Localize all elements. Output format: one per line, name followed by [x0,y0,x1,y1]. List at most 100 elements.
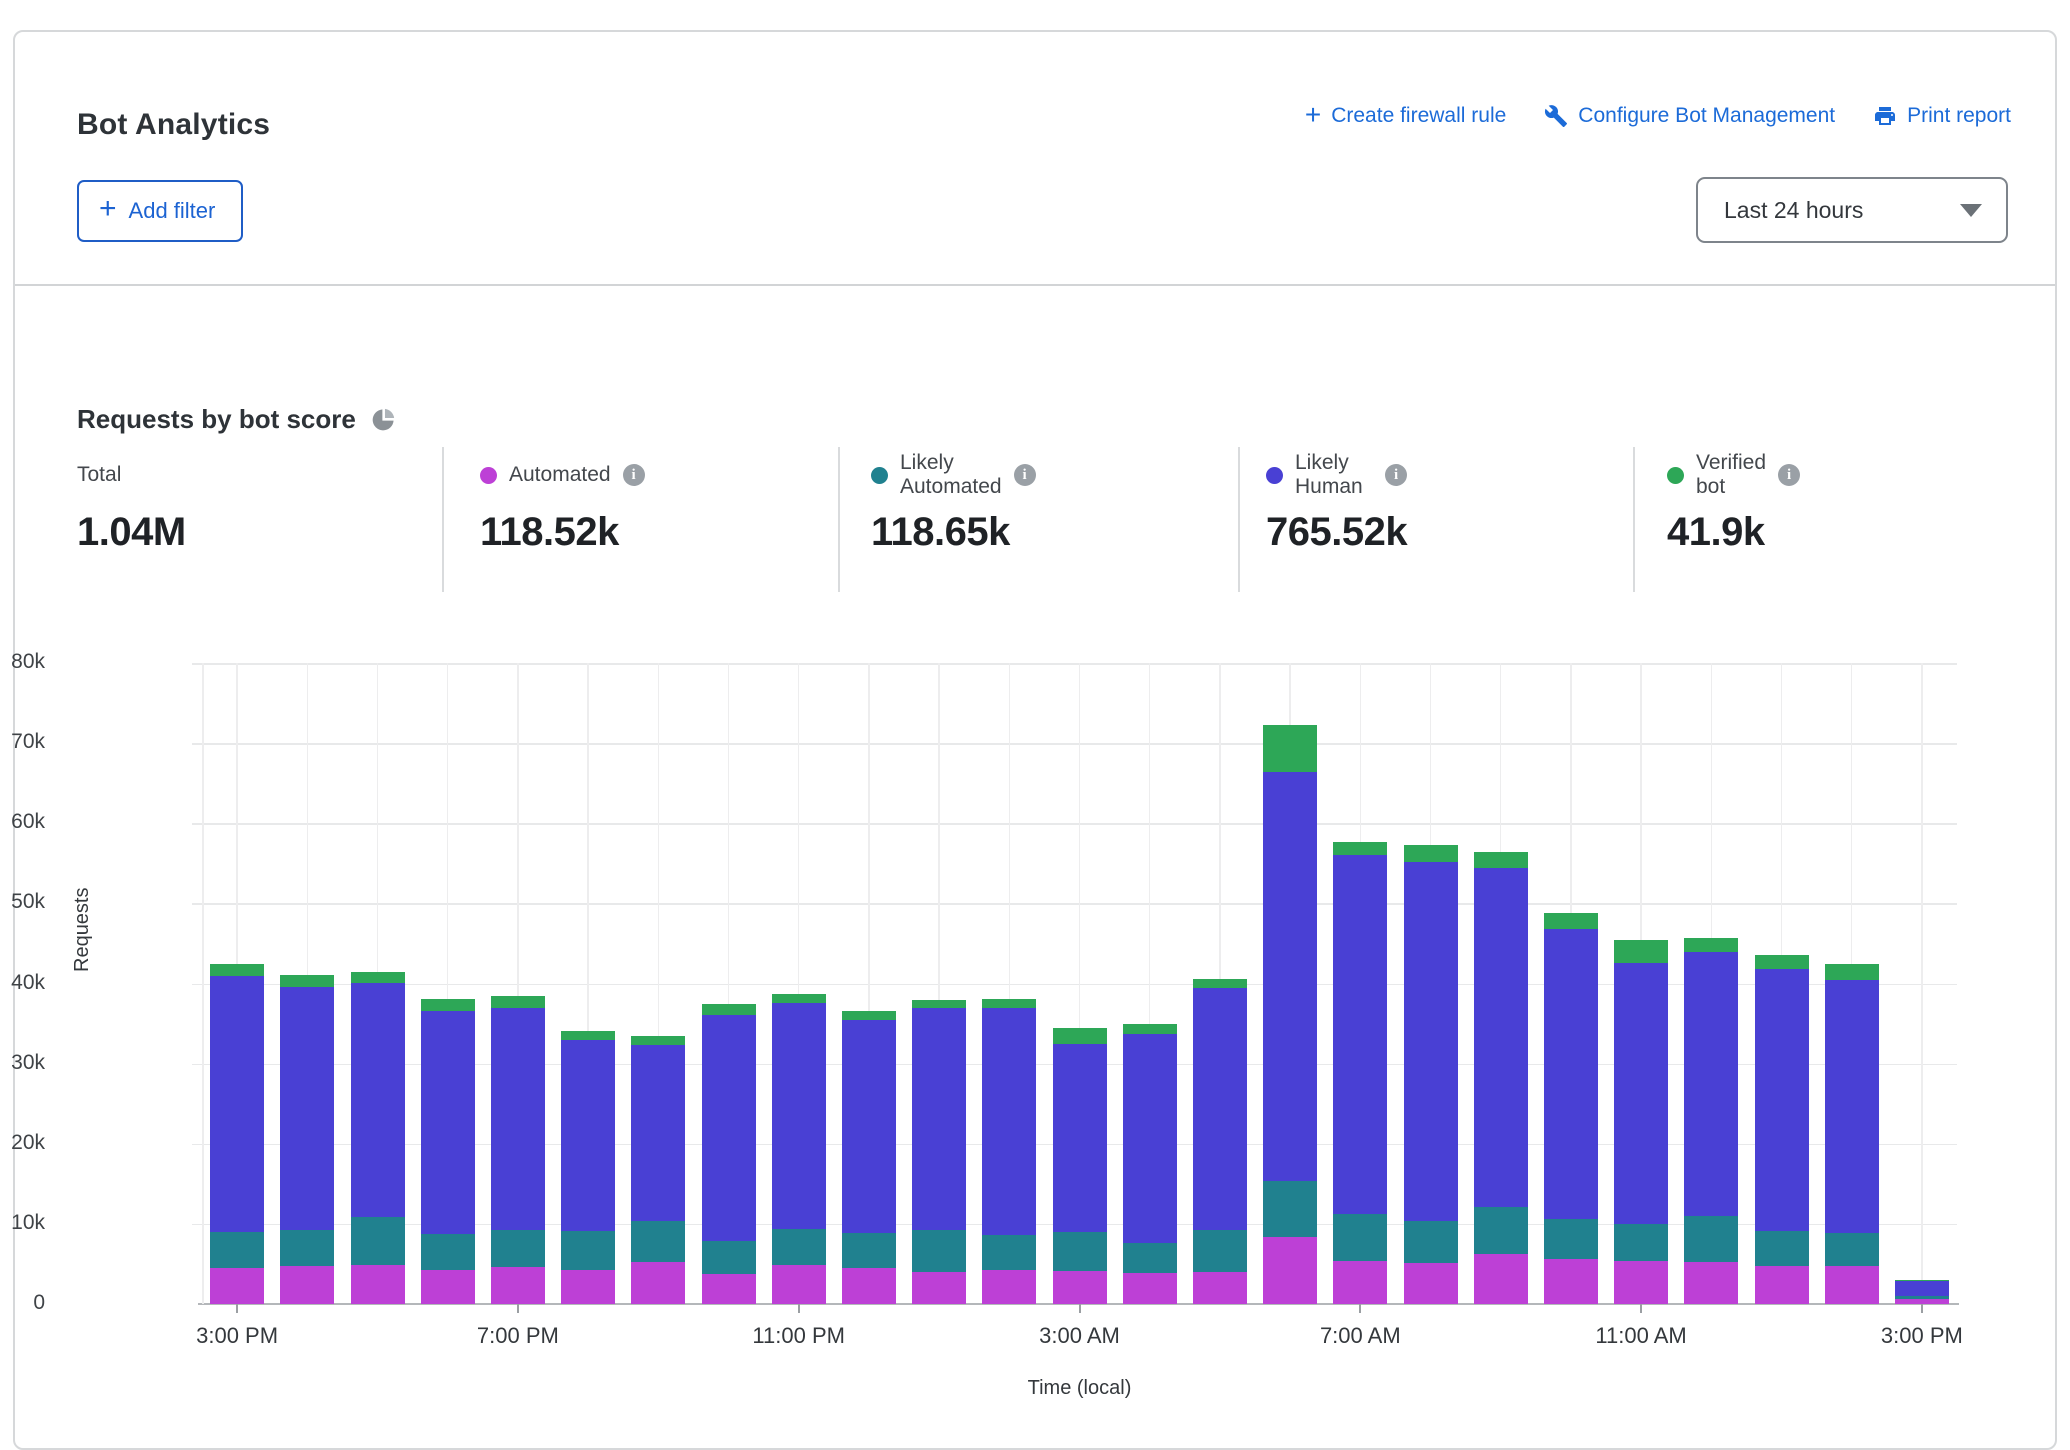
segment-automated [210,1268,264,1304]
info-icon[interactable] [623,464,645,486]
info-icon[interactable] [1778,464,1800,486]
bar-7[interactable] [702,1004,756,1304]
stat-likely-human-value: 765.52k [1266,510,1407,555]
segment-verified-bot [210,964,264,975]
segment-verified-bot [1825,964,1879,980]
segment-likely-automated [1123,1243,1177,1273]
bar-2[interactable] [351,972,405,1304]
stat-divider [838,447,840,592]
segment-likely-human [1825,980,1879,1233]
bar-19[interactable] [1544,913,1598,1304]
bar-5[interactable] [561,1031,615,1304]
segment-likely-human [210,976,264,1232]
likely-automated-dot-icon [871,467,888,484]
segment-verified-bot [1333,842,1387,856]
stat-verified-bot: Verified bot 41.9k [1667,462,1800,555]
bar-3[interactable] [421,999,475,1304]
segment-automated [1404,1263,1458,1304]
configure-bot-management-link[interactable]: Configure Bot Management [1544,104,1835,128]
segment-automated [1123,1273,1177,1304]
stat-verified-bot-label: Verified bot [1696,451,1766,499]
time-range-dropdown[interactable]: Last 24 hours [1696,177,2008,243]
segment-automated [1053,1271,1107,1304]
printer-icon [1873,104,1897,128]
segment-verified-bot [491,996,545,1008]
segment-verified-bot [421,999,475,1011]
bar-11[interactable] [982,999,1036,1304]
segment-likely-human [1053,1044,1107,1232]
bar-4[interactable] [491,996,545,1304]
segment-verified-bot [1544,913,1598,929]
bar-10[interactable] [912,1000,966,1304]
stat-likely-human: Likely Human 765.52k [1266,462,1407,555]
segment-likely-automated [1825,1233,1879,1266]
add-filter-button[interactable]: + Add filter [77,180,243,242]
segment-verified-bot [912,1000,966,1008]
bar-1[interactable] [280,975,334,1304]
section-title: Requests by bot score [77,404,356,435]
info-icon[interactable] [1014,464,1036,486]
bar-17[interactable] [1404,845,1458,1304]
segment-verified-bot [351,972,405,983]
segment-automated [1263,1237,1317,1304]
header-divider [15,284,2055,286]
bar-6[interactable] [631,1036,685,1304]
segment-verified-bot [772,994,826,1003]
segment-verified-bot [1404,845,1458,862]
automated-dot-icon [480,467,497,484]
bar-23[interactable] [1825,964,1879,1305]
segment-verified-bot [1755,955,1809,969]
bar-22[interactable] [1755,955,1809,1304]
segment-automated [1474,1254,1528,1304]
bar-24[interactable] [1895,1280,1949,1304]
bar-20[interactable] [1614,940,1668,1304]
y-tick-label: 70k [0,730,45,754]
segment-automated [912,1272,966,1304]
bar-13[interactable] [1123,1024,1177,1304]
stat-divider [1633,447,1635,592]
segment-likely-human [1895,1281,1949,1296]
bar-8[interactable] [772,994,826,1304]
segment-likely-human [1544,929,1598,1219]
y-tick-label: 30k [0,1051,45,1075]
print-report-link[interactable]: Print report [1873,104,2011,128]
segment-verified-bot [702,1004,756,1014]
segment-likely-automated [1404,1221,1458,1263]
stat-likely-human-label: Likely Human [1295,451,1373,499]
bar-16[interactable] [1333,842,1387,1304]
verified-bot-dot-icon [1667,467,1684,484]
segment-verified-bot [842,1011,896,1020]
segment-automated [702,1274,756,1304]
x-tick [236,1304,238,1313]
bar-18[interactable] [1474,852,1528,1304]
x-tick-label: 7:00 PM [448,1323,588,1349]
x-tick [1921,1304,1923,1313]
segment-likely-automated [1263,1181,1317,1236]
y-tick-label: 40k [0,971,45,995]
add-filter-label: Add filter [129,198,216,224]
segment-automated [1825,1266,1879,1304]
create-firewall-rule-link[interactable]: + Create firewall rule [1305,104,1506,128]
bar-9[interactable] [842,1011,896,1304]
bar-14[interactable] [1193,979,1247,1304]
configure-bot-management-label: Configure Bot Management [1578,104,1835,128]
segment-verified-bot [1263,725,1317,772]
segment-automated [631,1262,685,1304]
y-tick-label: 80k [0,650,45,674]
info-icon[interactable] [1385,464,1407,486]
x-tick [1640,1304,1642,1313]
segment-likely-human [1614,963,1668,1224]
segment-automated [982,1270,1036,1304]
y-tick-label: 20k [0,1131,45,1155]
stat-divider [1238,447,1240,592]
bar-21[interactable] [1684,938,1738,1304]
segment-likely-human [1193,988,1247,1229]
segment-likely-human [912,1008,966,1231]
segment-likely-automated [1193,1230,1247,1272]
segment-likely-automated [1474,1207,1528,1253]
bar-12[interactable] [1053,1028,1107,1304]
stat-likely-automated: Likely Automated 118.65k [871,462,1036,555]
segment-verified-bot [561,1031,615,1040]
bar-0[interactable] [210,964,264,1304]
bar-15[interactable] [1263,725,1317,1304]
